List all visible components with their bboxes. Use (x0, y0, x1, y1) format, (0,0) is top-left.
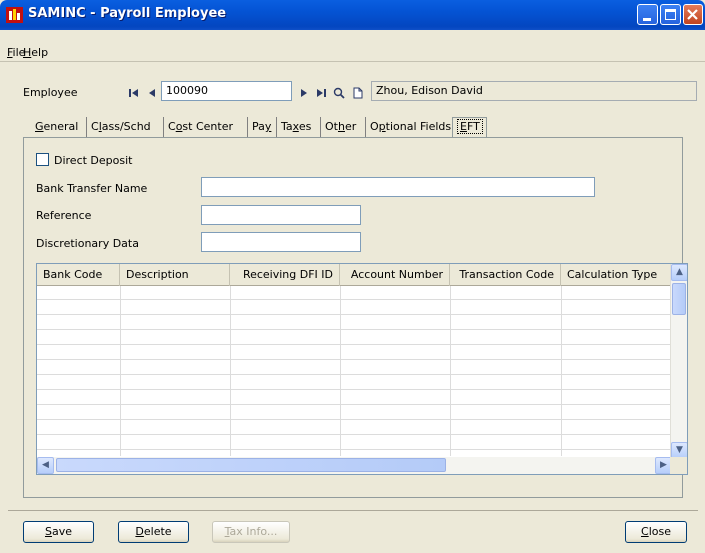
column-header-transaction-code[interactable]: Transaction Code (450, 264, 561, 286)
tab-class-schd[interactable]: Class/Schd (91, 117, 164, 137)
horizontal-scroll-thumb[interactable] (56, 458, 446, 472)
first-record-icon[interactable] (128, 87, 140, 99)
column-header-account-number[interactable]: Account Number (340, 264, 450, 286)
previous-record-icon[interactable] (146, 87, 158, 99)
table-row[interactable] (37, 391, 672, 405)
employee-label: Employee (23, 86, 78, 99)
direct-deposit-label: Direct Deposit (54, 154, 133, 167)
scroll-corner (670, 457, 687, 474)
employee-name-field: Zhou, Edison David (371, 81, 697, 101)
minimize-icon (643, 18, 651, 21)
reference-field[interactable] (201, 205, 361, 225)
maximize-icon (665, 9, 676, 20)
table-row[interactable] (37, 331, 672, 345)
discretionary-data-field[interactable] (201, 232, 361, 252)
table-row[interactable] (37, 361, 672, 375)
close-button[interactable]: Close (625, 521, 687, 543)
tab-pay[interactable]: Pay (252, 117, 277, 137)
tab-taxes[interactable]: Taxes (281, 117, 321, 137)
table-row[interactable] (37, 421, 672, 435)
divider (8, 510, 698, 511)
minimize-button[interactable] (637, 4, 658, 25)
vertical-scroll-thumb[interactable] (672, 283, 686, 315)
tab-optional-fields[interactable]: Optional Fields (370, 117, 453, 137)
table-row[interactable] (37, 406, 672, 420)
direct-deposit-checkbox[interactable] (36, 153, 49, 166)
eft-grid[interactable]: Bank Code Description Receiving DFI ID A… (36, 263, 688, 475)
table-row[interactable] (37, 286, 672, 300)
last-record-icon[interactable] (315, 87, 327, 99)
menu-bar: File Help (0, 30, 705, 62)
scroll-up-icon[interactable]: ▲ (671, 264, 687, 281)
maximize-button[interactable] (660, 4, 681, 25)
close-icon (687, 9, 698, 20)
save-button[interactable]: Save (23, 521, 94, 543)
column-header-receiving-dfi-id[interactable]: Receiving DFI ID (230, 264, 340, 286)
tax-info-button[interactable]: Tax Info... (212, 521, 290, 543)
table-row[interactable] (37, 316, 672, 330)
grid-header: Bank Code Description Receiving DFI ID A… (37, 264, 672, 286)
employee-id-field[interactable]: 100090 (161, 81, 292, 101)
window-title: SAMINC - Payroll Employee (28, 6, 227, 21)
next-record-icon[interactable] (298, 87, 310, 99)
bank-transfer-name-field[interactable] (201, 177, 595, 197)
vertical-scrollbar[interactable]: ▲ ▼ (670, 264, 687, 459)
reference-label: Reference (36, 209, 92, 222)
table-row[interactable] (37, 346, 672, 360)
column-header-description[interactable]: Description (120, 264, 230, 286)
app-icon (6, 7, 23, 23)
search-icon[interactable] (333, 87, 345, 99)
horizontal-scrollbar[interactable]: ◀ ▶ (37, 457, 672, 474)
close-window-button[interactable] (683, 4, 703, 25)
new-document-icon[interactable] (352, 87, 364, 99)
table-row[interactable] (37, 376, 672, 390)
title-bar[interactable]: SAMINC - Payroll Employee (0, 0, 705, 30)
delete-button[interactable]: Delete (118, 521, 189, 543)
column-header-bank-code[interactable]: Bank Code (37, 264, 120, 286)
tab-general[interactable]: General (35, 117, 87, 137)
tab-eft[interactable]: EFT (452, 117, 487, 137)
column-header-calculation-type[interactable]: Calculation Type (561, 264, 672, 286)
tab-other[interactable]: Other (325, 117, 366, 137)
tab-cost-center[interactable]: Cost Center (168, 117, 248, 137)
table-row[interactable] (37, 301, 672, 315)
menu-help[interactable]: Help (23, 46, 48, 59)
discretionary-data-label: Discretionary Data (36, 237, 139, 250)
table-row[interactable] (37, 436, 672, 450)
bank-transfer-name-label: Bank Transfer Name (36, 182, 148, 195)
scroll-left-icon[interactable]: ◀ (37, 457, 54, 474)
